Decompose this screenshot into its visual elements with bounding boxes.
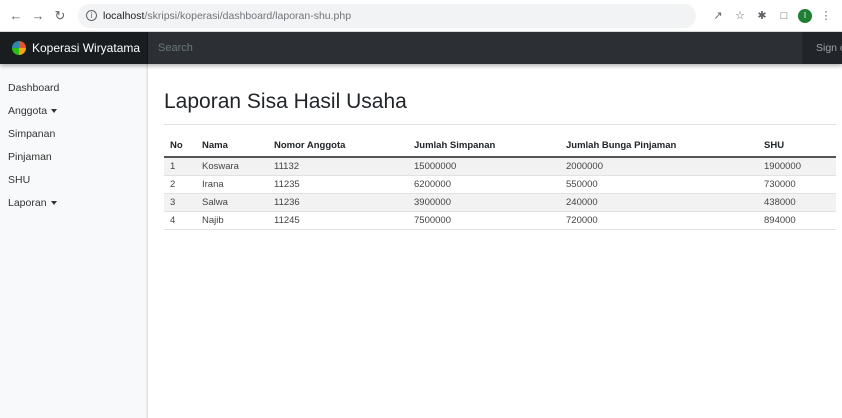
forward-icon[interactable]: → xyxy=(30,8,46,24)
cell-jumlah-bunga-pinjaman: 2000000 xyxy=(560,157,758,176)
brand-name: Koperasi Wiryatama xyxy=(32,41,141,55)
table-row: 3 Salwa 11236 3900000 240000 438000 xyxy=(164,193,836,212)
cell-shu: 438000 xyxy=(758,193,836,212)
column-header-jumlah-simpanan: Jumlah Simpanan xyxy=(408,135,560,158)
url-host: localhost xyxy=(103,9,145,22)
sidebar-item-label: Pinjaman xyxy=(8,150,52,163)
sidebar-item-label: SHU xyxy=(8,173,31,186)
brand-logo-icon xyxy=(12,41,26,55)
sidebar: Dashboard Anggota Simpanan Pinjaman SHU … xyxy=(0,64,148,418)
sign-out-link[interactable]: Sign out xyxy=(802,42,842,54)
cell-nomor-anggota: 11245 xyxy=(268,211,408,230)
sidebar-item-label: Dashboard xyxy=(8,81,60,94)
cell-no: 1 xyxy=(164,157,196,176)
cell-shu: 1900000 xyxy=(758,157,836,176)
table-header-row: No Nama Nomor Anggota Jumlah Simpanan Ju… xyxy=(164,135,836,158)
search-input[interactable] xyxy=(148,32,802,64)
back-icon[interactable]: ← xyxy=(8,8,24,24)
cell-nama: Salwa xyxy=(196,193,268,212)
page-title: Laporan Sisa Hasil Usaha xyxy=(164,90,836,125)
sidebar-item-simpanan[interactable]: Simpanan xyxy=(0,122,147,145)
brand[interactable]: Koperasi Wiryatama xyxy=(0,32,148,64)
side-panel-icon[interactable]: □ xyxy=(776,8,792,24)
cell-no: 2 xyxy=(164,175,196,194)
sidebar-item-label: Laporan xyxy=(8,196,47,209)
cell-jumlah-simpanan: 15000000 xyxy=(408,157,560,176)
extensions-icon[interactable]: ✱ xyxy=(754,8,770,24)
main-content: Laporan Sisa Hasil Usaha No Nama Nomor A… xyxy=(148,64,842,418)
cell-jumlah-simpanan: 6200000 xyxy=(408,175,560,194)
column-header-nama: Nama xyxy=(196,135,268,158)
profile-avatar[interactable]: I xyxy=(798,8,812,23)
app-navbar: Koperasi Wiryatama Sign out xyxy=(0,32,842,64)
shu-report-table: No Nama Nomor Anggota Jumlah Simpanan Ju… xyxy=(164,135,836,230)
cell-nomor-anggota: 11235 xyxy=(268,175,408,194)
share-icon[interactable]: ↗ xyxy=(710,8,726,24)
cell-no: 4 xyxy=(164,211,196,230)
address-bar[interactable]: i localhost/skripsi/koperasi/dashboard/l… xyxy=(78,3,696,28)
sidebar-item-laporan[interactable]: Laporan xyxy=(0,191,147,214)
browser-toolbar: ← → ↻ i localhost/skripsi/koperasi/dashb… xyxy=(0,0,842,32)
cell-nama: Irana xyxy=(196,175,268,194)
sidebar-item-dashboard[interactable]: Dashboard xyxy=(0,76,147,99)
cell-jumlah-bunga-pinjaman: 550000 xyxy=(560,175,758,194)
table-row: 2 Irana 11235 6200000 550000 730000 xyxy=(164,175,836,194)
sidebar-item-label: Anggota xyxy=(8,104,48,117)
column-header-shu: SHU xyxy=(758,135,836,158)
sidebar-item-anggota[interactable]: Anggota xyxy=(0,99,147,122)
caret-down-icon xyxy=(51,108,58,113)
cell-jumlah-bunga-pinjaman: 720000 xyxy=(560,211,758,230)
cell-nomor-anggota: 11132 xyxy=(268,157,408,176)
cell-nama: Najib xyxy=(196,211,268,230)
column-header-no: No xyxy=(164,135,196,158)
column-header-jumlah-bunga-pinjaman: Jumlah Bunga Pinjaman xyxy=(560,135,758,158)
cell-shu: 730000 xyxy=(758,175,836,194)
sidebar-item-label: Simpanan xyxy=(8,127,56,140)
cell-shu: 894000 xyxy=(758,211,836,230)
table-row: 4 Najib 11245 7500000 720000 894000 xyxy=(164,211,836,230)
reload-icon[interactable]: ↻ xyxy=(52,8,68,24)
cell-jumlah-bunga-pinjaman: 240000 xyxy=(560,193,758,212)
cell-nomor-anggota: 11236 xyxy=(268,193,408,212)
sidebar-item-shu[interactable]: SHU xyxy=(0,168,147,191)
cell-no: 3 xyxy=(164,193,196,212)
table-row: 1 Koswara 11132 15000000 2000000 1900000 xyxy=(164,157,836,176)
cell-nama: Koswara xyxy=(196,157,268,176)
bookmark-star-icon[interactable]: ☆ xyxy=(732,8,748,24)
menu-kebab-icon[interactable]: ⋮ xyxy=(818,8,834,24)
cell-jumlah-simpanan: 7500000 xyxy=(408,211,560,230)
sidebar-item-pinjaman[interactable]: Pinjaman xyxy=(0,145,147,168)
column-header-nomor-anggota: Nomor Anggota xyxy=(268,135,408,158)
cell-jumlah-simpanan: 3900000 xyxy=(408,193,560,212)
caret-down-icon xyxy=(50,200,57,205)
site-info-icon[interactable]: i xyxy=(86,10,97,21)
url-path: /skripsi/koperasi/dashboard/laporan-shu.… xyxy=(144,9,352,22)
